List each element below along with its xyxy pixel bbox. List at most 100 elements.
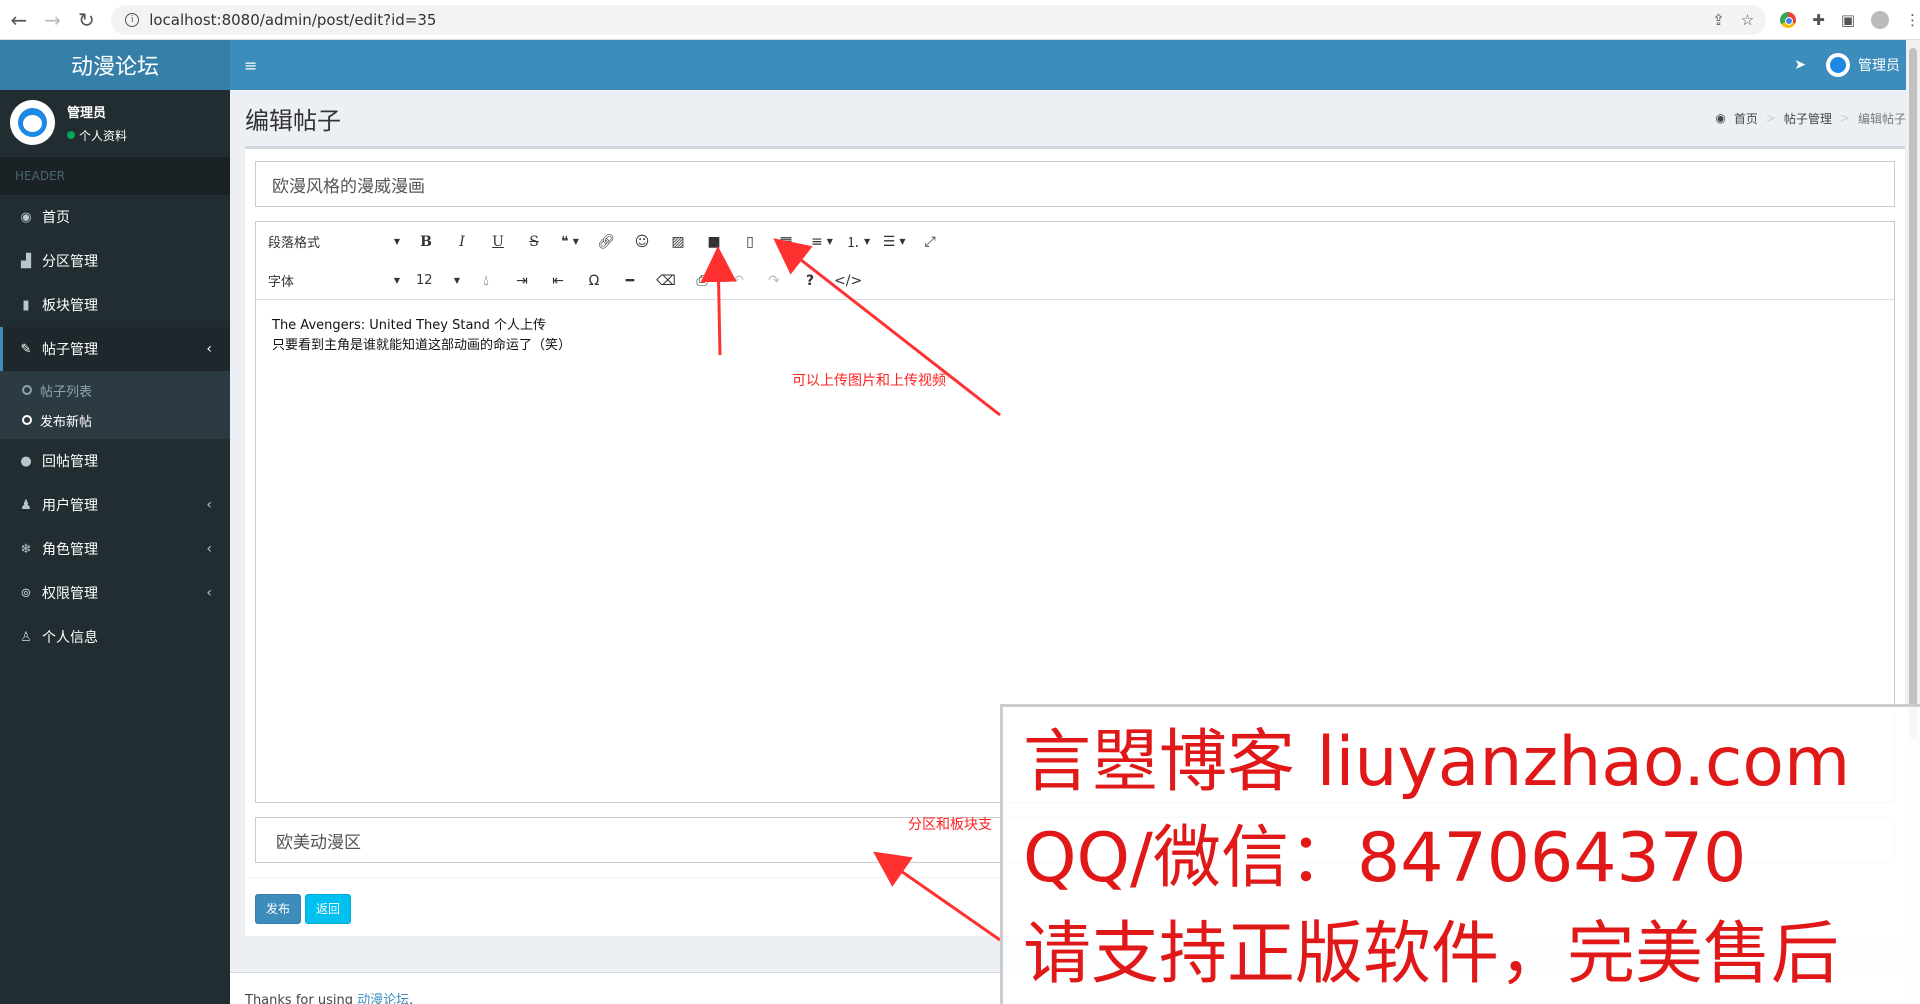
sidebar-toggle-icon[interactable]: ≡ <box>244 56 258 75</box>
sidebar-item-replies[interactable]: ● 回帖管理 <box>0 439 230 483</box>
font-family-select[interactable]: 字体 ▼ <box>260 267 408 295</box>
unordered-list-button[interactable]: ☰ ▼ <box>876 228 912 256</box>
content-line: The Avengers: United They Stand 个人上传 <box>272 318 547 333</box>
dropdown-arrow-icon: ▼ <box>453 276 460 285</box>
circle-icon <box>22 415 32 425</box>
breadcrumb-posts[interactable]: 帖子管理 <box>1784 110 1832 127</box>
sidebar-subitem-label: 发布新帖 <box>40 414 93 430</box>
key-icon: ⊚ <box>20 585 32 601</box>
sidepanel-icon[interactable]: ▣ <box>1841 11 1855 29</box>
back-button[interactable]: 返回 <box>305 893 352 924</box>
user-panel: 管理员 个人资料 <box>0 90 230 155</box>
star-icon[interactable]: ☆ <box>1741 11 1754 29</box>
code-view-icon[interactable]: </> <box>828 267 868 295</box>
book-icon: ▮ <box>22 297 30 313</box>
fullscreen-icon[interactable]: ⤢ <box>912 228 948 256</box>
insert-table-icon[interactable]: ▦ <box>768 228 804 256</box>
watermark: 言曌博客 liuyanzhao.com QQ/微信：847064370 请支持正… <box>1000 704 1920 1004</box>
profile-link[interactable]: 个人资料 <box>67 127 127 144</box>
avatar <box>1826 53 1850 77</box>
sidebar-item-posts[interactable]: ✎ 帖子管理 ‹ <box>0 327 230 371</box>
editor-toolbar: 段落格式 ▼ B I U S ❝ ▼ 🔗︎ ☺ ▨ ■ ▯ ▦ ≡ ▼ ⒈ ▼ ☰ ▼ … <box>256 222 1894 300</box>
back-icon[interactable]: ← <box>4 5 34 35</box>
print-icon[interactable]: ⎙ <box>684 267 720 295</box>
sidebar-item-label: 首页 <box>42 210 70 226</box>
align-button[interactable]: ≡ ▼ <box>804 228 840 256</box>
user-menu-name: 管理员 <box>1858 58 1900 74</box>
forward-icon[interactable]: → <box>38 5 68 35</box>
quote-button[interactable]: ❝ ▼ <box>552 228 588 256</box>
breadcrumb-home[interactable]: 首页 <box>1734 110 1758 127</box>
redo-icon[interactable]: ↷ <box>756 267 792 295</box>
upload-annotation: 可以上传图片和上传视频 <box>792 373 946 389</box>
sidebar-item-label: 回帖管理 <box>42 454 98 470</box>
clear-format-icon[interactable]: ⌫ <box>648 267 684 295</box>
bold-button[interactable]: B <box>408 228 444 256</box>
comments-icon: ● <box>20 453 32 469</box>
link-icon[interactable]: 🔗︎ <box>588 228 624 256</box>
sidebar-subitem-post-list[interactable]: 帖子列表 <box>0 375 230 405</box>
special-char-icon[interactable]: Ω <box>576 267 612 295</box>
extensions-icon[interactable]: ✚ <box>1812 11 1825 29</box>
editor-content[interactable]: The Avengers: United They Stand 个人上传 只要看… <box>256 300 1894 372</box>
app-logo[interactable]: 动漫论坛 <box>0 40 230 90</box>
sidebar-subitem-label: 帖子列表 <box>40 384 93 400</box>
dropdown-arrow-icon: ▼ <box>393 237 400 246</box>
text-color-icon[interactable]: 💧︎ <box>468 267 504 295</box>
watermark-line: 请支持正版软件，完美售后 <box>1023 915 1840 994</box>
chevron-down-icon: ‹ <box>206 341 212 357</box>
breadcrumb-current: 编辑帖子 <box>1857 111 1906 126</box>
undo-icon[interactable]: ↶ <box>720 267 756 295</box>
insert-file-icon[interactable]: ▯ <box>732 228 768 256</box>
breadcrumb: ◉ 首页 > 帖子管理 > 编辑帖子 <box>1715 110 1906 127</box>
sidebar-item-label: 角色管理 <box>42 542 98 558</box>
ordered-list-button[interactable]: ⒈ ▼ <box>840 228 876 256</box>
sidebar-item-permissions[interactable]: ⊚ 权限管理 ‹ <box>0 571 230 615</box>
indent-icon[interactable]: ⇥ <box>504 267 540 295</box>
insert-video-icon[interactable]: ■ <box>696 228 732 256</box>
emoji-icon[interactable]: ☺ <box>624 228 660 256</box>
users-icon: ♟ <box>20 497 32 513</box>
scrollbar-thumb[interactable] <box>1909 48 1917 738</box>
sidebar-item-users[interactable]: ♟ 用户管理 ‹ <box>0 483 230 527</box>
share-icon[interactable]: ⇪ <box>1712 11 1725 29</box>
outdent-icon[interactable]: ⇤ <box>540 267 576 295</box>
reload-icon[interactable]: ↻ <box>71 5 101 35</box>
underline-button[interactable]: U <box>480 228 516 256</box>
help-icon[interactable]: ? <box>792 267 828 295</box>
online-status-icon <box>67 131 75 139</box>
sidebar-item-home[interactable]: ◉ 首页 <box>0 195 230 239</box>
avatar <box>10 100 55 145</box>
browser-toolbar: ← → ↻ i localhost:8080/admin/post/edit?i… <box>0 0 1920 40</box>
font-size-select[interactable]: 12 ▼ <box>408 267 468 295</box>
sidebar-item-boards[interactable]: ▮ 板块管理 <box>0 283 230 327</box>
content-line: 只要看到主角是谁就能知道这部动画的命运了（笑） <box>272 338 572 353</box>
post-title-input[interactable]: 欧漫风格的漫威漫画 <box>255 161 1895 207</box>
submit-button[interactable]: 发布 <box>255 893 302 924</box>
sidebar-item-zones[interactable]: ▟ 分区管理 <box>0 239 230 283</box>
category-annotation: 分区和板块支 <box>908 817 992 833</box>
user-menu[interactable]: 管理员 <box>1826 53 1900 77</box>
horizontal-line-icon[interactable]: ━ <box>612 267 648 295</box>
address-bar[interactable]: i localhost:8080/admin/post/edit?id=35 ⇪… <box>111 4 1767 35</box>
italic-button[interactable]: I <box>444 228 480 256</box>
watermark-line: QQ/微信：847064370 <box>1023 819 1747 898</box>
breadcrumb-separator: > <box>1839 111 1850 125</box>
url-text: localhost:8080/admin/post/edit?id=35 <box>149 10 437 29</box>
watermark-line: 言曌博客 liuyanzhao.com <box>1023 723 1851 802</box>
profile-icon[interactable] <box>1871 10 1890 29</box>
chevron-left-icon: ‹ <box>206 585 212 601</box>
sidebar-item-roles[interactable]: ❄ 角色管理 ‹ <box>0 527 230 571</box>
strikethrough-button[interactable]: S <box>516 228 552 256</box>
site-info-icon[interactable]: i <box>125 12 140 27</box>
chrome-icon[interactable] <box>1780 11 1797 28</box>
navigation-arrow-icon[interactable]: ➤ <box>1794 57 1806 73</box>
footer-suffix: . <box>409 993 414 1004</box>
menu-icon[interactable]: ⋮ <box>1905 11 1920 29</box>
paragraph-format-select[interactable]: 段落格式 ▼ <box>260 228 408 256</box>
footer-link[interactable]: 动漫论坛 <box>357 993 409 1004</box>
sidebar-item-profile[interactable]: ♙ 个人信息 <box>0 615 230 659</box>
insert-image-icon[interactable]: ▨ <box>660 228 696 256</box>
menu-header: HEADER <box>0 157 230 195</box>
sidebar-subitem-new-post[interactable]: 发布新帖 <box>0 405 230 435</box>
